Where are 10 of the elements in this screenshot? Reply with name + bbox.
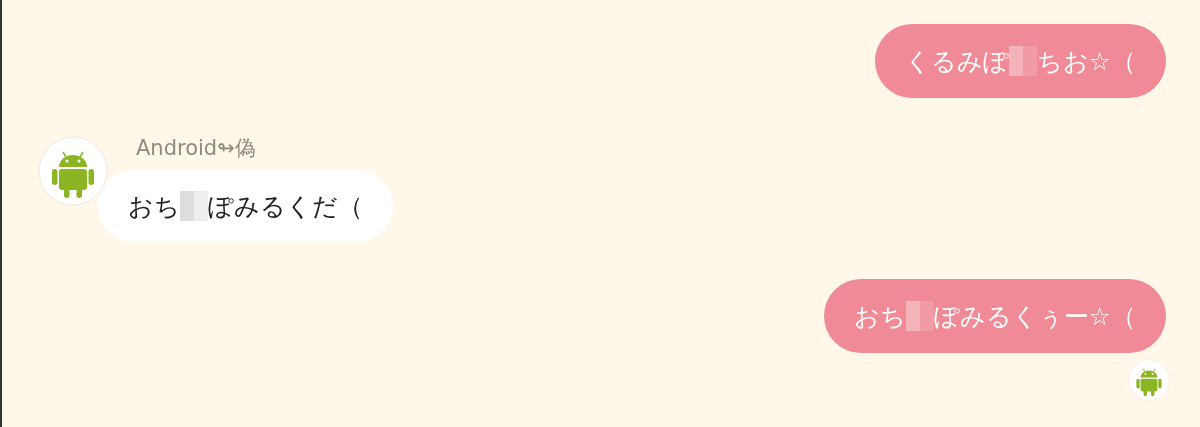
message-text: おち — [853, 300, 906, 333]
message-text: くるみぽ — [904, 45, 1009, 78]
message-text: ぽみるくだ（ — [208, 190, 363, 223]
message-text: おち — [128, 190, 180, 223]
message-text: ちお☆（ — [1036, 45, 1136, 78]
censor-mosaic — [905, 301, 934, 331]
sender-name: Android↬偽 — [136, 135, 257, 162]
censor-mosaic — [180, 191, 208, 221]
message-text: ぽみるくぅー☆（ — [933, 300, 1136, 333]
censor-mosaic — [1008, 46, 1037, 76]
